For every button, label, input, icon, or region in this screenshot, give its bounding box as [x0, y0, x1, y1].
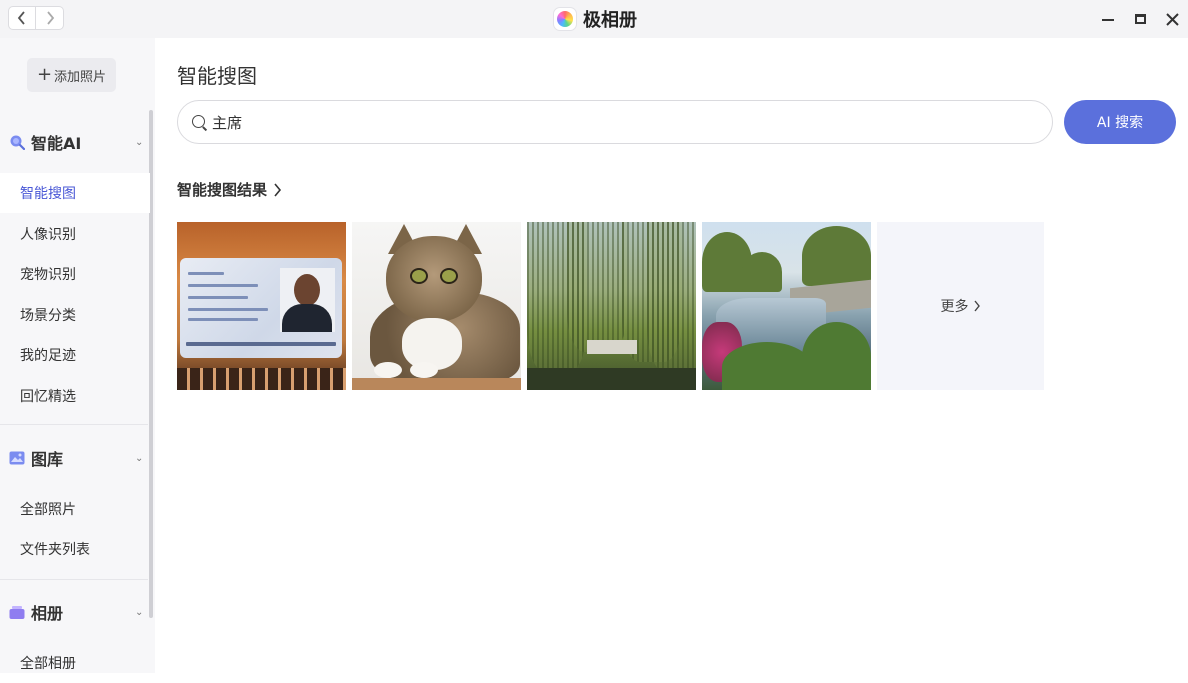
- search-icon: [192, 114, 207, 130]
- result-photo-lake[interactable]: [702, 222, 871, 390]
- section-header-albums[interactable]: 相册 ⌄: [0, 597, 150, 627]
- album-icon: [9, 606, 25, 619]
- image-gallery-icon: [9, 451, 25, 465]
- section-header-smart-ai[interactable]: 智能AI ⌄: [0, 127, 150, 157]
- sidebar-item-all-albums[interactable]: 全部相册: [0, 643, 150, 683]
- page-title: 智能搜图: [177, 64, 257, 88]
- chevron-down-icon: ⌄: [135, 452, 144, 464]
- sidebar-item-footprints[interactable]: 我的足迹: [0, 335, 150, 375]
- close-icon: [1165, 12, 1179, 26]
- title-bar: 极相册: [0, 0, 1188, 38]
- plus-icon: +: [36, 64, 53, 85]
- results-grid: 更多: [177, 222, 1044, 390]
- ai-search-button[interactable]: AI 搜索: [1064, 100, 1176, 144]
- result-photo-id-card[interactable]: [177, 222, 346, 390]
- window-controls: [1092, 0, 1188, 38]
- chevron-down-icon: ⌄: [135, 136, 144, 148]
- sidebar-item-all-photos[interactable]: 全部照片: [0, 489, 150, 529]
- chevron-down-icon: ⌄: [135, 606, 144, 618]
- sidebar-item-pet[interactable]: 宠物识别: [0, 254, 150, 294]
- section-header-gallery[interactable]: 图库 ⌄: [0, 443, 150, 473]
- section-title: 相册: [31, 604, 64, 623]
- sidebar-divider: [0, 579, 148, 580]
- sidebar: + 添加照片 智能AI ⌄ 智能搜图 人像识别 宠物识别 场景分类 我的足迹 回…: [0, 38, 155, 673]
- chevron-right-icon: [46, 11, 54, 25]
- sidebar-item-scene[interactable]: 场景分类: [0, 295, 150, 335]
- app-title-text: 极相册: [583, 10, 637, 31]
- add-photo-button[interactable]: + 添加照片: [27, 58, 116, 92]
- add-photo-label: 添加照片: [54, 69, 107, 85]
- results-heading-text: 智能搜图结果: [177, 181, 268, 199]
- minimize-icon: [1102, 19, 1114, 21]
- magnifier-ai-icon: [10, 135, 25, 150]
- chevron-left-icon: [17, 11, 25, 25]
- result-photo-cat[interactable]: [352, 222, 521, 390]
- sidebar-divider: [0, 424, 148, 425]
- section-title: 图库: [31, 450, 64, 469]
- close-button[interactable]: [1156, 0, 1188, 38]
- forward-button[interactable]: [36, 6, 64, 30]
- sidebar-item-portrait[interactable]: 人像识别: [0, 214, 150, 254]
- sidebar-item-folder-list[interactable]: 文件夹列表: [0, 529, 150, 569]
- maximize-button[interactable]: [1124, 0, 1156, 38]
- minimize-button[interactable]: [1092, 0, 1124, 38]
- sidebar-item-smart-search[interactable]: 智能搜图: [0, 173, 150, 213]
- more-label: 更多: [940, 299, 969, 315]
- section-title: 智能AI: [31, 134, 82, 153]
- more-results-button[interactable]: 更多: [877, 222, 1044, 390]
- main-content: 智能搜图 AI 搜索 智能搜图结果: [155, 38, 1188, 673]
- nav-buttons: [8, 6, 64, 30]
- search-input[interactable]: [212, 113, 1012, 131]
- chevron-right-icon: [274, 182, 282, 197]
- sidebar-item-memories[interactable]: 回忆精选: [0, 376, 150, 416]
- app-logo-icon: [553, 7, 577, 31]
- chevron-right-icon: [973, 300, 980, 312]
- maximize-icon: [1134, 14, 1146, 24]
- app-title: 极相册: [553, 6, 637, 32]
- search-box[interactable]: [177, 100, 1053, 144]
- results-heading-link[interactable]: 智能搜图结果: [177, 179, 282, 200]
- back-button[interactable]: [8, 6, 36, 30]
- result-photo-willow[interactable]: [527, 222, 696, 390]
